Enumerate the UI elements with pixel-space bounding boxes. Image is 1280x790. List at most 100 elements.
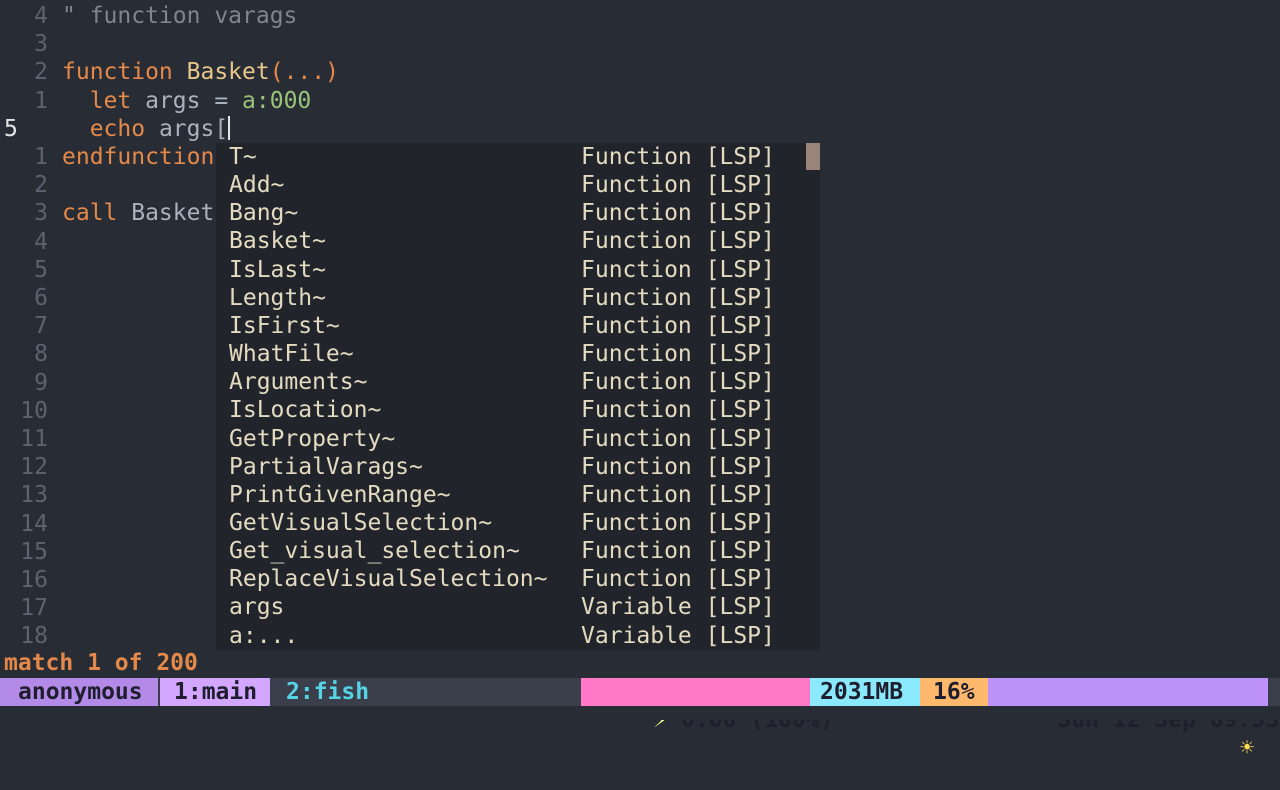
code-line[interactable]: 3 xyxy=(0,30,1280,58)
line-number: 13 xyxy=(20,482,48,509)
text-cursor xyxy=(228,115,231,140)
line-number: 3 xyxy=(34,31,48,58)
line-number: 9 xyxy=(34,369,48,396)
completion-word: GetProperty~ xyxy=(229,425,396,452)
tmux-status-bar: anonymous 1:main 2:fish ⚡ 0:00 (100%) 20… xyxy=(0,678,1280,761)
completion-scrollbar-thumb[interactable] xyxy=(806,143,820,170)
line-number: 6 xyxy=(34,285,48,311)
completion-word: args xyxy=(229,594,285,621)
completion-item[interactable]: Length~ Function [LSP] xyxy=(216,284,806,312)
completion-kind: Function [LSP] xyxy=(581,144,775,170)
code-token: " function varags xyxy=(62,3,298,29)
window-tab-fish[interactable]: 2:fish xyxy=(272,678,382,706)
line-number: 1 xyxy=(34,87,48,114)
line-number: 11 xyxy=(20,426,48,452)
code-token: Basket xyxy=(186,59,270,86)
completion-kind: Function [LSP] xyxy=(581,341,775,368)
sun-icon: ☀ xyxy=(1240,735,1254,761)
completion-word: a:... xyxy=(229,622,299,649)
window-tab-main[interactable]: 1:main xyxy=(160,678,270,706)
completion-item[interactable]: GetProperty~ Function [LSP] xyxy=(216,425,806,453)
completion-item[interactable]: IsLast~ Function [LSP] xyxy=(216,256,806,284)
completion-item[interactable]: GetVisualSelection~ Function [LSP] xyxy=(216,509,806,537)
code-token: echo xyxy=(89,115,146,142)
line-number: 5 xyxy=(34,256,48,283)
completion-item[interactable]: args Variable [LSP] xyxy=(216,593,806,621)
completion-kind: Function [LSP] xyxy=(581,425,775,452)
completion-item[interactable]: WhatFile~ Function [LSP] xyxy=(216,340,806,368)
completion-word: Basket~ xyxy=(229,228,326,255)
line-code[interactable]: function Basket(...) xyxy=(62,58,339,86)
completion-kind: Function [LSP] xyxy=(581,228,775,255)
completion-word: IsLocation~ xyxy=(229,397,382,424)
completion-scrollbar[interactable] xyxy=(806,143,820,650)
line-code[interactable]: " function varags xyxy=(62,2,297,30)
completion-word: Bang~ xyxy=(229,200,299,227)
completion-item[interactable]: ReplaceVisualSelection~ Function [LSP] xyxy=(216,565,806,593)
line-number: 1 xyxy=(34,144,48,170)
completion-kind: Variable [LSP] xyxy=(581,594,775,621)
completion-kind: Function [LSP] xyxy=(581,481,775,508)
completion-word: WhatFile~ xyxy=(229,341,354,368)
code-token: args = xyxy=(131,87,243,114)
line-code[interactable]: call Basket xyxy=(62,199,214,227)
completion-word: PrintGivenRange~ xyxy=(229,481,451,508)
line-number: 18 xyxy=(20,623,48,650)
completion-item[interactable]: PartialVarags~ Function [LSP] xyxy=(216,453,806,481)
code-token: a:000 xyxy=(242,87,312,114)
completion-kind: Function [LSP] xyxy=(581,312,775,339)
completion-item[interactable]: a:... Variable [LSP] xyxy=(216,622,806,650)
cpu-usage: 16% xyxy=(920,678,988,706)
code-token: Basket xyxy=(117,200,215,227)
line-number: 2 xyxy=(34,172,48,199)
code-token: call xyxy=(62,200,118,227)
line-number: 2 xyxy=(34,59,48,86)
completion-kind: Function [LSP] xyxy=(581,538,775,565)
code-line[interactable]: 2 function Basket(...) xyxy=(0,58,1280,86)
completion-popup[interactable]: T~ Function [LSP] Add~ Function [LSP] Bang~ F… xyxy=(216,143,820,650)
completion-item[interactable]: Basket~ Function [LSP] xyxy=(216,227,806,255)
completion-kind: Function [LSP] xyxy=(581,566,775,593)
completion-item[interactable]: IsFirst~ Function [LSP] xyxy=(216,312,806,340)
line-code[interactable]: endfunction xyxy=(62,143,214,171)
line-number: 10 xyxy=(20,397,48,424)
completion-kind: Function [LSP] xyxy=(581,256,775,283)
line-code[interactable]: let args = a:000 xyxy=(62,87,312,115)
completion-item[interactable]: Bang~ Function [LSP] xyxy=(216,199,806,227)
code-line[interactable]: 1 let args = a:000 xyxy=(0,87,1280,115)
completion-item[interactable]: IsLocation~ Function [LSP] xyxy=(216,396,806,424)
line-code[interactable]: echo args[ xyxy=(62,115,231,143)
code-token: args[ xyxy=(145,115,229,142)
completion-word: IsFirst~ xyxy=(229,312,340,339)
completion-item[interactable]: T~ Function [LSP] xyxy=(216,143,806,171)
code-token: let xyxy=(89,87,132,114)
completion-kind: Function [LSP] xyxy=(581,200,775,227)
completion-word: Get_visual_selection~ xyxy=(229,538,520,565)
status-bar-padding xyxy=(0,706,1280,720)
line-number: 15 xyxy=(20,538,48,565)
line-number: 16 xyxy=(20,567,48,593)
completion-kind: Function [LSP] xyxy=(581,509,775,536)
line-number: 14 xyxy=(20,510,48,537)
line-number: 4 xyxy=(34,3,48,29)
command-line-message: match 1 of 200 xyxy=(4,650,198,676)
completion-kind: Function [LSP] xyxy=(581,397,775,424)
completion-word: GetVisualSelection~ xyxy=(229,509,493,536)
completion-word: IsLast~ xyxy=(229,256,326,283)
completion-kind: Function [LSP] xyxy=(581,369,775,396)
completion-word: T~ xyxy=(229,144,257,170)
completion-item[interactable]: Arguments~ Function [LSP] xyxy=(216,368,806,396)
line-number: 8 xyxy=(34,341,48,368)
current-line[interactable]: 5 echo args[ xyxy=(0,115,1280,143)
completion-item[interactable]: Add~ Function [LSP] xyxy=(216,171,806,199)
completion-item[interactable]: Get_visual_selection~ Function [LSP] xyxy=(216,537,806,565)
completion-word: Arguments~ xyxy=(229,369,368,396)
code-line[interactable]: 4 " function varags xyxy=(0,2,1280,30)
completion-item[interactable]: PrintGivenRange~ Function [LSP] xyxy=(216,481,806,509)
session-name[interactable]: anonymous xyxy=(0,678,158,706)
completion-word: Add~ xyxy=(229,172,285,199)
code-token: (...) xyxy=(269,59,339,86)
completion-word: ReplaceVisualSelection~ xyxy=(229,566,548,593)
